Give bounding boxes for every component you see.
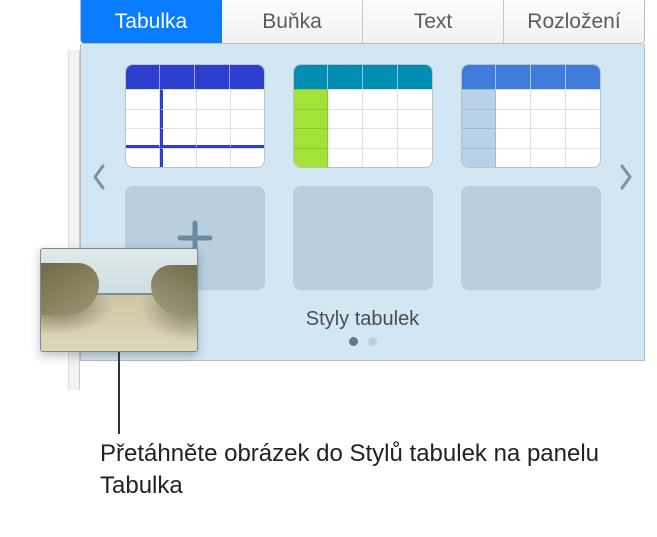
empty-style-slot[interactable]: [461, 186, 601, 290]
tab-rozlozeni[interactable]: Rozložení: [504, 0, 644, 43]
tab-tabulka-label: Tabulka: [115, 10, 187, 34]
page-dot-2[interactable]: [368, 337, 377, 346]
callout-leader-line: [118, 352, 120, 434]
table-style-blue-1[interactable]: [125, 64, 265, 168]
tab-bunka-label: Buňka: [262, 10, 322, 34]
empty-style-slot[interactable]: [293, 186, 433, 290]
chevron-right-icon: [618, 164, 634, 190]
tab-rozlozeni-label: Rozložení: [527, 10, 620, 34]
dragged-image-thumbnail[interactable]: [40, 248, 198, 352]
table-style-blue-2[interactable]: [461, 64, 601, 168]
table-style-green-1[interactable]: [293, 64, 433, 168]
page-dot-1[interactable]: [349, 337, 358, 346]
tab-tabulka[interactable]: Tabulka: [81, 0, 222, 43]
styles-row-1: [117, 64, 608, 168]
tab-bunka[interactable]: Buňka: [222, 0, 363, 43]
callout-text: Přetáhněte obrázek do Stylů tabulek na p…: [100, 438, 610, 503]
tab-text[interactable]: Text: [363, 0, 504, 43]
carousel-next-button[interactable]: [618, 164, 634, 190]
chevron-left-icon: [91, 164, 107, 190]
format-tabs: Tabulka Buňka Text Rozložení: [80, 0, 645, 44]
tab-text-label: Text: [414, 10, 453, 34]
carousel-prev-button[interactable]: [91, 164, 107, 190]
